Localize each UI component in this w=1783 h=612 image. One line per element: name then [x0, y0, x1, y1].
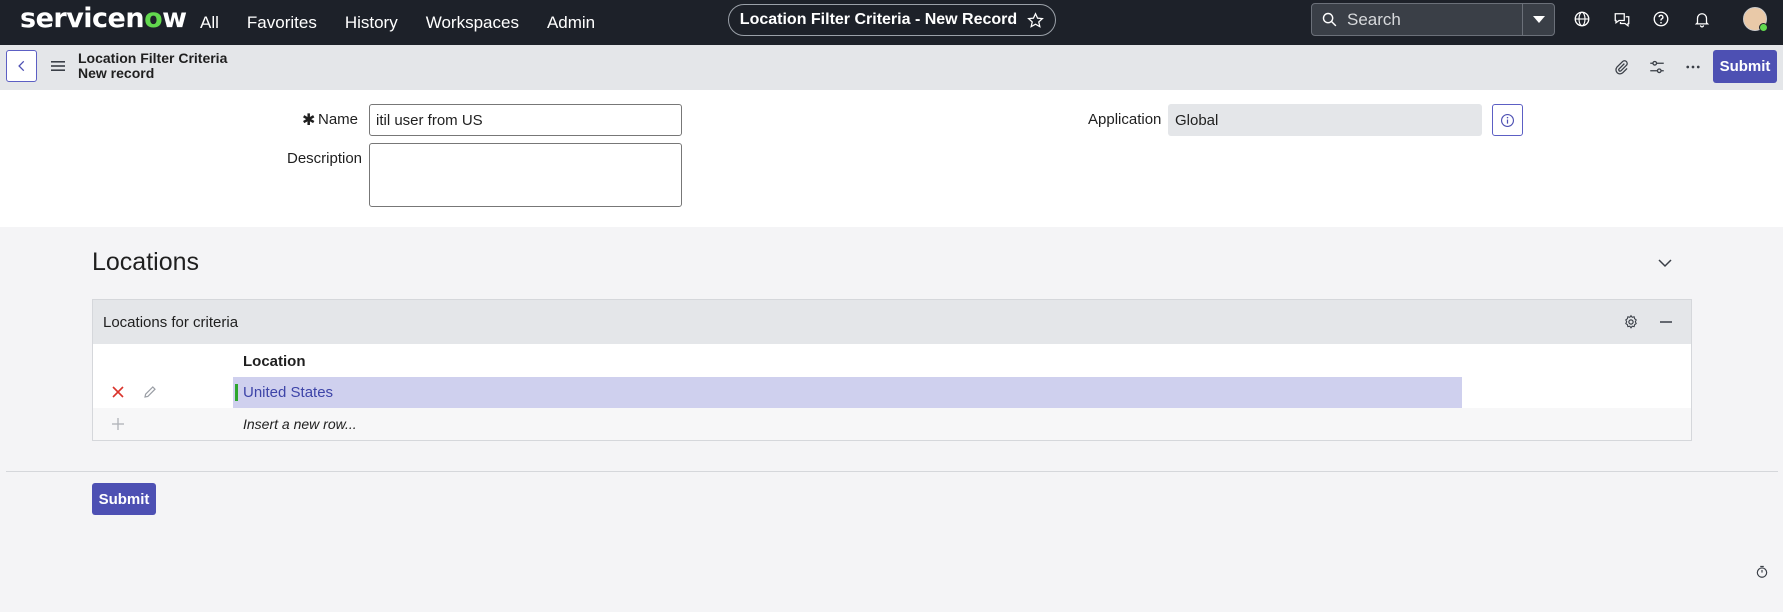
related-section-title: Locations: [92, 248, 200, 276]
nav-item-history[interactable]: History: [345, 13, 398, 33]
mandatory-asterisk-icon: ✱: [302, 112, 316, 129]
form-fields-section: ✱ Name Description Application Global: [0, 90, 1783, 227]
related-list-panel: Locations for criteria Location United S…: [92, 299, 1692, 441]
table-row[interactable]: United States: [233, 377, 1462, 408]
table-name: Location Filter Criteria: [78, 50, 228, 66]
notifications-bell-icon[interactable]: [1693, 10, 1711, 28]
search-scope-dropdown[interactable]: [1522, 4, 1554, 35]
chevron-left-icon: [17, 60, 24, 72]
related-list-header: Locations for criteria: [93, 300, 1691, 344]
top-navigation-bar: servicenow All Favorites History Workspa…: [0, 0, 1783, 45]
back-button[interactable]: [6, 50, 37, 82]
related-list-title: Locations for criteria: [103, 314, 239, 331]
description-field[interactable]: [369, 143, 682, 207]
nav-item-all[interactable]: All: [200, 13, 219, 33]
insert-new-row-link[interactable]: Insert a new row...: [243, 416, 357, 432]
nav-item-workspaces[interactable]: Workspaces: [426, 13, 519, 33]
more-options-icon[interactable]: [1684, 58, 1702, 76]
application-field: Global: [1168, 104, 1482, 136]
chat-icon[interactable]: [1613, 10, 1631, 28]
description-label: Description: [287, 150, 363, 167]
name-label: Name: [318, 111, 359, 128]
chevron-down-icon[interactable]: [1656, 254, 1674, 272]
nav-item-favorites[interactable]: Favorites: [247, 13, 317, 33]
servicenow-logo[interactable]: servicenow: [20, 3, 187, 34]
plus-icon[interactable]: [111, 417, 125, 431]
form-header: Location Filter Criteria New record Subm…: [0, 45, 1783, 90]
user-avatar[interactable]: [1743, 7, 1768, 32]
presence-status-dot: [1759, 23, 1768, 32]
nav-menu: All Favorites History Workspaces Admin: [200, 0, 623, 45]
submit-button-header[interactable]: Submit: [1713, 50, 1777, 83]
search-input[interactable]: [1347, 9, 1517, 30]
settings-sliders-icon[interactable]: [1648, 58, 1666, 76]
globe-icon[interactable]: [1573, 10, 1591, 28]
gear-icon[interactable]: [1623, 314, 1639, 330]
info-icon: [1501, 113, 1514, 127]
minimize-icon[interactable]: [1659, 315, 1673, 329]
timer-icon[interactable]: [1755, 565, 1769, 579]
name-field[interactable]: [369, 104, 682, 136]
application-info-button[interactable]: [1492, 104, 1523, 136]
star-icon[interactable]: [1027, 11, 1045, 29]
location-link[interactable]: United States: [243, 384, 333, 401]
insert-row[interactable]: Insert a new row...: [93, 408, 1691, 440]
paperclip-attachment-icon[interactable]: [1612, 58, 1630, 76]
search-icon: [1322, 12, 1337, 27]
global-search[interactable]: [1311, 3, 1555, 36]
nav-item-admin[interactable]: Admin: [547, 13, 595, 33]
column-header-location[interactable]: Location: [243, 353, 306, 370]
record-title-text: Location Filter Criteria - New Record: [739, 11, 1018, 28]
submit-button-footer[interactable]: Submit: [92, 483, 156, 515]
caret-down-icon: [1532, 15, 1545, 23]
help-icon[interactable]: [1652, 10, 1670, 28]
new-row-indicator: [235, 384, 238, 401]
record-state: New record: [78, 65, 155, 81]
divider: [6, 471, 1778, 472]
record-header-title: Location Filter Criteria New record: [78, 51, 227, 81]
record-title-pill[interactable]: Location Filter Criteria - New Record: [728, 4, 1056, 36]
context-menu-icon[interactable]: [51, 60, 65, 72]
delete-row-icon[interactable]: [111, 385, 125, 399]
pencil-edit-icon[interactable]: [143, 385, 157, 399]
application-label: Application: [1088, 111, 1162, 128]
